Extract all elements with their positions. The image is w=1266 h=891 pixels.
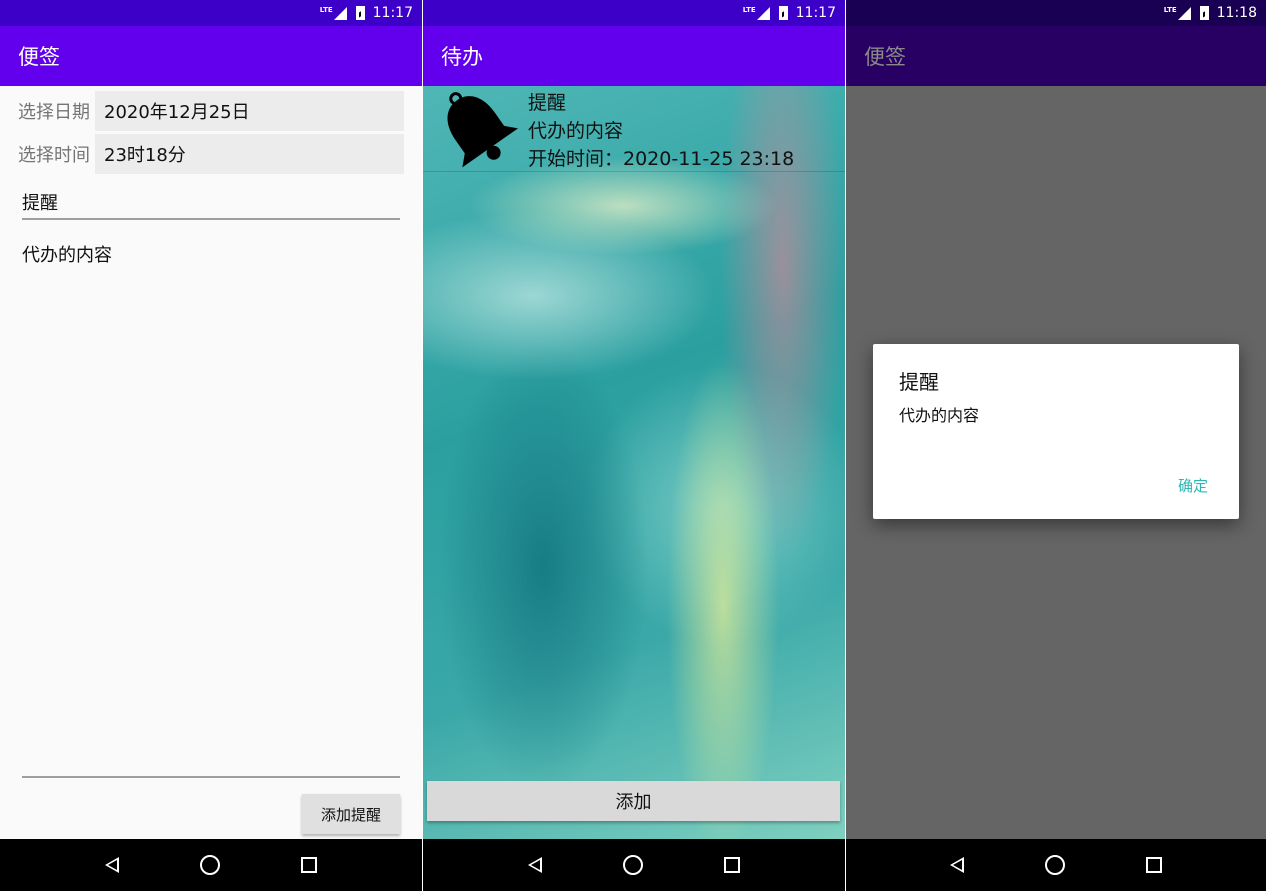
note-editor-body: 选择日期 2020年12月25日 选择时间 23时18分 提醒 代办的内容 添加… <box>0 86 422 839</box>
recent-apps-icon[interactable] <box>724 857 741 873</box>
todo-list-item[interactable]: 提醒 代办的内容 开始时间：2020-11-25 23:18 <box>423 86 845 172</box>
time-label: 选择时间 <box>18 145 90 166</box>
status-time: 11:18 <box>1216 5 1257 21</box>
recent-apps-icon[interactable] <box>1145 857 1162 873</box>
app-bar: 便签 <box>846 26 1266 86</box>
home-icon[interactable] <box>1044 855 1065 875</box>
todo-text: 提醒 代办的内容 开始时间：2020-11-25 23:18 <box>528 89 794 173</box>
status-time: 11:17 <box>795 5 836 21</box>
todo-start-time: 开始时间：2020-11-25 23:18 <box>528 148 795 170</box>
date-picker-field[interactable]: 2020年12月25日 <box>95 91 404 131</box>
signal-icon <box>1177 6 1191 20</box>
lte-icon: LTE <box>742 6 756 14</box>
phone-screen-reminder-dialog: LTE 11:18 便签 提醒 代办的内容 确定 <box>846 0 1266 891</box>
status-bar: LTE 11:17 <box>423 0 845 26</box>
add-reminder-button[interactable]: 添加提醒 <box>302 794 400 834</box>
home-icon[interactable] <box>622 855 643 875</box>
app-title: 待办 <box>441 45 483 69</box>
content-input-underline <box>22 776 400 778</box>
back-icon[interactable] <box>527 857 542 873</box>
status-time: 11:17 <box>372 5 413 21</box>
back-icon[interactable] <box>950 857 965 873</box>
bell-icon <box>447 92 519 168</box>
app-title: 便签 <box>864 45 906 69</box>
signal-icon <box>756 6 770 20</box>
navigation-bar <box>0 839 422 891</box>
phone-screen-note-editor: LTE 11:17 便签 选择日期 2020年12月25日 选择时间 23时18… <box>0 0 422 891</box>
navigation-bar <box>846 839 1266 891</box>
dialog-scrim: 提醒 代办的内容 确定 <box>846 86 1266 839</box>
title-input[interactable]: 提醒 <box>22 189 400 215</box>
navigation-bar <box>423 839 845 891</box>
phone-screen-todo-list: LTE 11:17 待办 提醒 代办的内容 开始时间：2020-11-25 23… <box>423 0 845 891</box>
time-picker-field[interactable]: 23时18分 <box>95 134 404 174</box>
app-bar: 待办 <box>423 26 845 86</box>
battery-icon <box>355 6 365 20</box>
todo-content: 代办的内容 <box>528 120 624 142</box>
app-title: 便签 <box>18 45 60 69</box>
todo-list-body: 提醒 代办的内容 开始时间：2020-11-25 23:18 添加 <box>423 86 845 839</box>
lte-icon: LTE <box>319 6 333 14</box>
signal-icon <box>333 6 347 20</box>
status-bar: LTE 11:18 <box>846 0 1266 26</box>
battery-icon <box>1199 6 1209 20</box>
back-icon[interactable] <box>104 857 119 873</box>
add-todo-button[interactable]: 添加 <box>427 781 840 821</box>
date-label: 选择日期 <box>18 102 90 123</box>
dialog-title: 提醒 <box>899 370 939 394</box>
home-icon[interactable] <box>199 855 220 875</box>
date-row: 选择日期 2020年12月25日 <box>0 91 404 131</box>
content-input[interactable]: 代办的内容 <box>22 241 400 771</box>
dialog-message: 代办的内容 <box>899 406 980 425</box>
battery-icon <box>778 6 788 20</box>
reminder-dialog: 提醒 代办的内容 确定 <box>873 344 1239 519</box>
title-input-underline <box>22 218 400 220</box>
lte-icon: LTE <box>1163 6 1177 14</box>
dialog-ok-button[interactable]: 确定 <box>1178 475 1208 496</box>
recent-apps-icon[interactable] <box>301 857 318 873</box>
app-bar: 便签 <box>0 26 422 86</box>
time-row: 选择时间 23时18分 <box>0 134 404 174</box>
status-bar: LTE 11:17 <box>0 0 422 26</box>
todo-title: 提醒 <box>528 92 567 114</box>
